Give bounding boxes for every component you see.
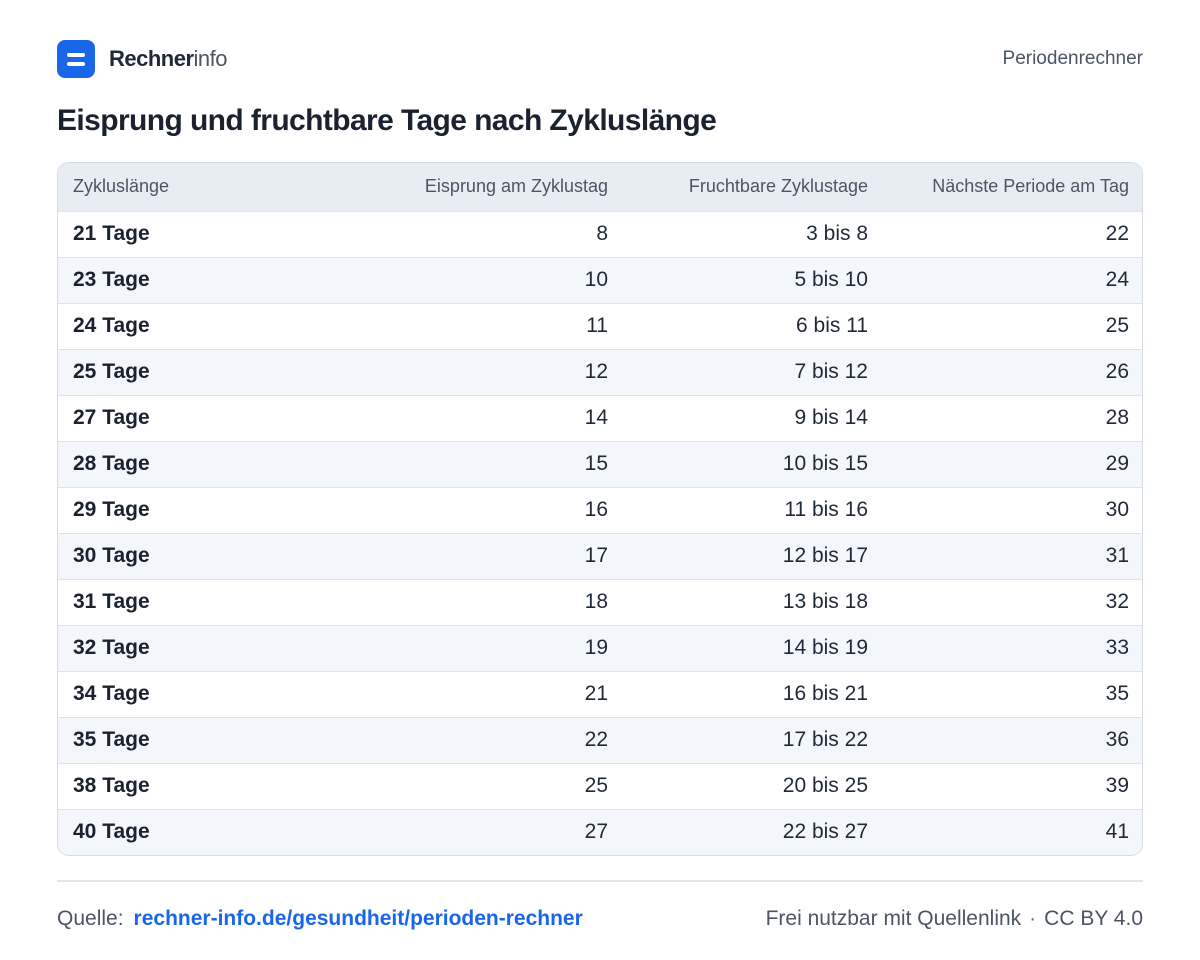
cell-fertile-days: 14 bis 19 [782,636,868,659]
cell-next-period: 41 [1105,820,1129,844]
cell-cycle-length: 28 Tage [73,452,150,475]
cell-next-period: 31 [1105,544,1129,567]
table-row: 30 Tage 17 12 bis 17 31 [58,533,1142,579]
cell-cycle-length: 29 Tage [73,498,150,521]
brand[interactable]: Rechnerinfo [57,40,228,78]
cell-ovulation-day: 27 [584,820,608,844]
cell-fertile-days: 16 bis 21 [782,682,868,705]
cycle-table: Zykluslänge Eisprung am Zyklustag Frucht… [57,162,1143,856]
table-row: 35 Tage 22 17 bis 22 36 [58,717,1142,763]
cell-fertile-days: 20 bis 25 [782,774,868,797]
page: Rechnerinfo Periodenrechner Eisprung und… [0,0,1200,960]
cell-cycle-length: 38 Tage [73,774,150,797]
table-row: 21 Tage 8 3 bis 8 22 [58,211,1142,257]
cell-fertile-days: 3 bis 8 [806,222,868,245]
page-title: Eisprung und fruchtbare Tage nach Zyklus… [57,104,717,137]
cell-fertile-days: 9 bis 14 [794,406,868,429]
column-header-next-period: Nächste Periode am Tag [932,176,1129,197]
cell-next-period: 24 [1105,268,1129,291]
license-info: Frei nutzbar mit Quellenlink · CC BY 4.0 [766,907,1143,931]
table-header-row: Zykluslänge Eisprung am Zyklustag Frucht… [58,163,1142,211]
cell-ovulation-day: 18 [584,590,608,613]
table-row: 23 Tage 10 5 bis 10 24 [58,257,1142,303]
cell-next-period: 29 [1105,452,1129,475]
brand-name-bold: Rechner [109,46,194,71]
cell-fertile-days: 6 bis 11 [796,314,868,337]
cell-fertile-days: 10 bis 15 [782,452,868,475]
footer: Quelle: rechner-info.de/gesundheit/perio… [57,904,1143,934]
cell-next-period: 28 [1105,406,1129,429]
brand-name: Rechnerinfo [109,46,228,72]
cell-ovulation-day: 25 [584,774,608,797]
table-row: 28 Tage 15 10 bis 15 29 [58,441,1142,487]
cell-next-period: 35 [1105,682,1129,705]
column-header-ovulation-day: Eisprung am Zyklustag [424,176,608,197]
cell-cycle-length: 27 Tage [73,406,150,429]
source: Quelle: rechner-info.de/gesundheit/perio… [57,907,583,931]
cell-ovulation-day: 21 [584,682,608,705]
cell-next-period: 33 [1105,636,1129,659]
cell-ovulation-day: 15 [584,452,608,475]
cell-next-period: 30 [1105,498,1129,521]
cell-cycle-length: 30 Tage [73,544,150,567]
cell-ovulation-day: 16 [584,498,608,521]
cell-ovulation-day: 19 [584,636,608,659]
cell-cycle-length: 40 Tage [73,820,150,844]
cell-fertile-days: 13 bis 18 [782,590,868,613]
cell-fertile-days: 12 bis 17 [782,544,868,567]
source-link[interactable]: rechner-info.de/gesundheit/perioden-rech… [134,907,583,931]
header: Rechnerinfo Periodenrechner [57,40,1143,78]
table-row: 31 Tage 18 13 bis 18 32 [58,579,1142,625]
cell-fertile-days: 11 bis 16 [784,498,868,521]
cell-cycle-length: 31 Tage [73,590,150,613]
cell-next-period: 22 [1105,222,1129,245]
table-row: 27 Tage 14 9 bis 14 28 [58,395,1142,441]
cell-ovulation-day: 12 [584,360,608,383]
license-name: CC BY 4.0 [1044,907,1143,930]
license-separator: · [1029,907,1037,930]
cell-next-period: 36 [1105,728,1129,751]
cell-cycle-length: 24 Tage [73,314,150,337]
cell-fertile-days: 22 bis 27 [782,820,868,844]
cell-next-period: 39 [1105,774,1129,797]
cell-cycle-length: 23 Tage [73,268,150,291]
license-text: Frei nutzbar mit Quellenlink [765,907,1022,930]
table-row: 32 Tage 19 14 bis 19 33 [58,625,1142,671]
table-row: 24 Tage 11 6 bis 11 25 [58,303,1142,349]
column-header-cycle-length: Zykluslänge [73,176,170,197]
table-body: 21 Tage 8 3 bis 8 22 23 Tage 10 5 bis 10 24 24 T… [58,211,1142,855]
footer-divider [57,880,1143,882]
cell-cycle-length: 25 Tage [73,360,150,383]
cell-cycle-length: 32 Tage [73,636,150,659]
cell-cycle-length: 34 Tage [73,682,150,705]
source-label: Quelle: [57,907,124,930]
cell-next-period: 32 [1105,590,1129,613]
cell-ovulation-day: 11 [586,314,608,337]
cell-next-period: 26 [1105,360,1129,383]
cell-ovulation-day: 14 [584,406,608,429]
cell-ovulation-day: 10 [584,268,608,291]
cell-fertile-days: 17 bis 22 [782,728,868,751]
table-row: 25 Tage 12 7 bis 12 26 [58,349,1142,395]
cell-cycle-length: 21 Tage [73,222,150,245]
table-row: 29 Tage 16 11 bis 16 30 [58,487,1142,533]
cell-next-period: 25 [1105,314,1129,337]
cell-ovulation-day: 22 [584,728,608,751]
logo-icon [57,40,95,78]
cell-ovulation-day: 17 [584,544,608,567]
table-row: 38 Tage 25 20 bis 25 39 [58,763,1142,809]
brand-name-light: info [193,46,228,71]
table-row: 34 Tage 21 16 bis 21 35 [58,671,1142,717]
periodenrechner-link[interactable]: Periodenrechner [1003,48,1143,70]
cell-fertile-days: 5 bis 10 [794,268,868,291]
cell-fertile-days: 7 bis 12 [794,360,868,383]
column-header-fertile-days: Fruchtbare Zyklustage [688,176,868,197]
cell-ovulation-day: 8 [596,222,608,245]
table-row: 40 Tage 27 22 bis 27 41 [58,809,1142,855]
cell-cycle-length: 35 Tage [73,728,150,751]
